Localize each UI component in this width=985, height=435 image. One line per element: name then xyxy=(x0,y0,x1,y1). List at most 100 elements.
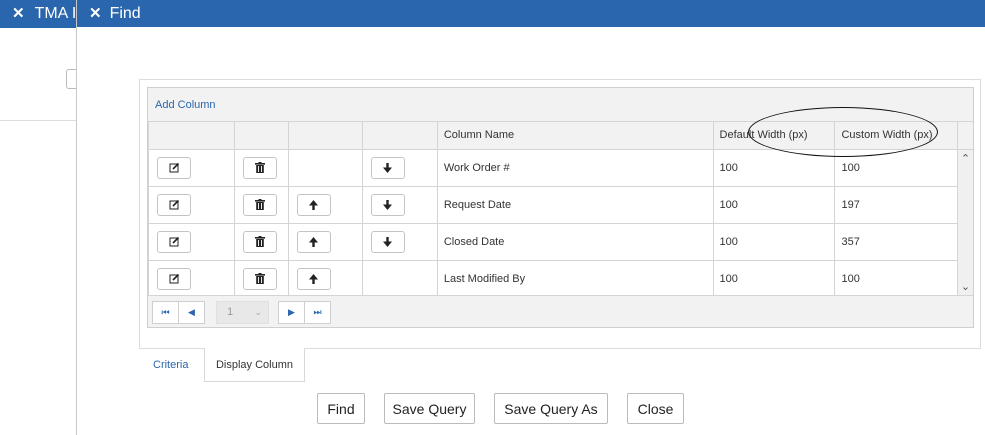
divider xyxy=(0,120,80,121)
move-down-button[interactable] xyxy=(370,156,405,179)
column-name-cell: Closed Date xyxy=(436,223,714,261)
edit-button[interactable] xyxy=(157,156,191,179)
close-button[interactable]: Close xyxy=(627,393,684,424)
move-down-cell xyxy=(361,223,438,261)
next-page-button[interactable]: ▶ xyxy=(278,301,305,324)
chevron-down-icon[interactable]: ⌄ xyxy=(958,280,973,294)
chevron-down-icon: ⌄ xyxy=(254,307,262,317)
grid-toolbar: Add Column xyxy=(148,88,973,122)
trash-icon xyxy=(254,199,265,210)
display-column-panel: Add Column Column Name Default Width (px… xyxy=(139,79,981,349)
scrollbar-header xyxy=(957,122,973,150)
close-icon[interactable]: ✕ xyxy=(89,5,102,22)
move-up-column-header xyxy=(287,122,363,150)
move-down-column-header xyxy=(361,122,438,150)
delete-button[interactable] xyxy=(242,267,277,290)
edit-button[interactable] xyxy=(157,267,191,290)
save-query-as-button[interactable]: Save Query As xyxy=(494,393,608,424)
table-row: Last Modified By 100 100 xyxy=(148,260,973,298)
edit-button[interactable] xyxy=(157,230,191,253)
move-down-cell xyxy=(361,149,438,187)
last-page-button[interactable]: ⏭ xyxy=(304,301,331,324)
move-up-button[interactable] xyxy=(296,230,331,253)
custom-width-cell[interactable]: 100 xyxy=(834,149,959,187)
find-button[interactable]: Find xyxy=(317,393,365,424)
trash-icon xyxy=(254,162,265,173)
trash-icon xyxy=(254,236,265,247)
default-width-cell: 100 xyxy=(712,260,836,298)
save-query-button[interactable]: Save Query xyxy=(384,393,475,424)
column-name-cell: Request Date xyxy=(436,186,714,224)
delete-button[interactable] xyxy=(242,230,277,253)
table-row: Work Order # 100 100 xyxy=(148,149,973,187)
prev-page-button[interactable]: ◀ xyxy=(178,301,205,324)
edit-cell xyxy=(148,186,235,224)
chevron-up-icon[interactable]: ⌃ xyxy=(958,152,973,166)
default-width-header[interactable]: Default Width (px) xyxy=(712,122,836,150)
page-number: 1 xyxy=(227,306,234,318)
tab-criteria[interactable]: Criteria xyxy=(153,348,188,382)
move-down-button[interactable] xyxy=(370,230,405,253)
delete-column-header xyxy=(233,122,289,150)
edit-icon xyxy=(169,199,179,210)
page-select[interactable]: 1 ⌄ xyxy=(216,301,269,324)
edit-icon xyxy=(169,162,179,173)
table-row: Closed Date 100 357 xyxy=(148,223,973,261)
delete-button[interactable] xyxy=(242,193,277,216)
background-window-titlebar: ✕ TMA I xyxy=(0,0,80,28)
move-up-cell xyxy=(287,186,363,224)
table-row: Request Date 100 197 xyxy=(148,186,973,224)
first-page-button[interactable]: ⏮ xyxy=(152,301,179,324)
delete-cell xyxy=(233,223,289,261)
move-up-button[interactable] xyxy=(296,267,331,290)
column-name-header[interactable]: Column Name xyxy=(436,122,714,150)
edit-icon xyxy=(169,273,179,284)
custom-width-cell[interactable]: 100 xyxy=(834,260,959,298)
move-down-cell xyxy=(361,260,438,298)
default-width-cell: 100 xyxy=(712,186,836,224)
move-up-button[interactable] xyxy=(296,193,331,216)
arrow-up-icon xyxy=(309,236,319,247)
custom-width-header[interactable]: Custom Width (px) xyxy=(834,122,959,150)
arrow-up-icon xyxy=(309,199,319,210)
arrow-up-icon xyxy=(309,273,319,284)
add-column-link[interactable]: Add Column xyxy=(155,99,216,111)
close-icon[interactable]: ✕ xyxy=(12,5,25,22)
edit-column-header xyxy=(148,122,235,150)
table-header-row: Column Name Default Width (px) Custom Wi… xyxy=(148,122,973,150)
vertical-scrollbar[interactable]: ⌃ ⌄ xyxy=(958,150,973,296)
find-dialog: ✕ Find Add Column Column Name Default Wid… xyxy=(76,0,985,435)
edit-cell xyxy=(148,260,235,298)
edit-cell xyxy=(148,223,235,261)
default-width-cell: 100 xyxy=(712,223,836,261)
edit-button[interactable] xyxy=(157,193,191,216)
custom-width-cell[interactable]: 197 xyxy=(834,186,959,224)
column-name-cell: Last Modified By xyxy=(436,260,714,298)
column-name-cell: Work Order # xyxy=(436,149,714,187)
tab-display-column[interactable]: Display Column xyxy=(204,348,305,382)
display-column-table: Column Name Default Width (px) Custom Wi… xyxy=(148,122,973,298)
display-column-grid: Add Column Column Name Default Width (px… xyxy=(147,87,974,328)
delete-cell xyxy=(233,260,289,298)
custom-width-cell[interactable]: 357 xyxy=(834,223,959,261)
trash-icon xyxy=(254,273,265,284)
pager: ⏮ ◀ 1 ⌄ ▶ ⏭ xyxy=(148,295,973,327)
move-up-cell xyxy=(287,149,363,187)
delete-cell xyxy=(233,186,289,224)
move-down-cell xyxy=(361,186,438,224)
edit-cell xyxy=(148,149,235,187)
arrow-down-icon xyxy=(383,199,393,210)
move-down-button[interactable] xyxy=(370,193,405,216)
arrow-down-icon xyxy=(383,236,393,247)
dialog-titlebar: ✕ Find xyxy=(77,0,985,27)
dialog-title: Find xyxy=(109,5,141,22)
background-window: ✕ TMA I xyxy=(0,0,80,435)
delete-button[interactable] xyxy=(242,156,277,179)
background-window-title: TMA I xyxy=(34,5,77,22)
move-up-cell xyxy=(287,260,363,298)
edit-icon xyxy=(169,236,179,247)
arrow-down-icon xyxy=(383,162,393,173)
default-width-cell: 100 xyxy=(712,149,836,187)
delete-cell xyxy=(233,149,289,187)
move-up-cell xyxy=(287,223,363,261)
